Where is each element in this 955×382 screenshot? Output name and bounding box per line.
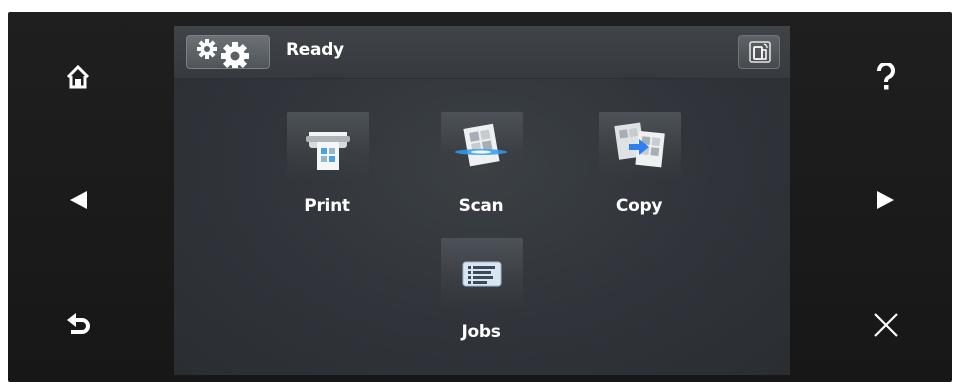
previous-button[interactable] bbox=[48, 175, 108, 225]
back-icon bbox=[65, 312, 91, 338]
copy-tile bbox=[599, 112, 681, 180]
close-icon bbox=[873, 312, 899, 338]
touch-screen: Ready Print Scan Copy Jobs bbox=[174, 26, 790, 375]
jobs-app[interactable]: Jobs bbox=[431, 238, 531, 348]
help-icon bbox=[875, 63, 897, 91]
print-app[interactable]: Print bbox=[277, 112, 377, 222]
jobs-tile bbox=[441, 238, 523, 306]
settings-button[interactable] bbox=[186, 35, 270, 69]
right-arrow-icon bbox=[875, 189, 897, 211]
print-label: Print bbox=[304, 196, 350, 216]
cancel-button[interactable] bbox=[856, 300, 916, 350]
status-text: Ready bbox=[286, 40, 344, 60]
help-button[interactable] bbox=[856, 52, 916, 102]
home-button[interactable] bbox=[48, 52, 108, 102]
home-icon bbox=[65, 64, 91, 90]
mobile-printing-button[interactable] bbox=[738, 35, 780, 69]
back-button[interactable] bbox=[48, 300, 108, 350]
scan-app[interactable]: Scan bbox=[431, 112, 531, 222]
printer-control-panel: Ready Print Scan Copy Jobs bbox=[8, 12, 952, 382]
print-tile bbox=[287, 112, 369, 180]
jobs-label: Jobs bbox=[461, 322, 501, 342]
left-arrow-icon bbox=[67, 189, 89, 211]
scan-label: Scan bbox=[458, 196, 504, 216]
status-bar: Ready bbox=[174, 26, 790, 79]
next-button[interactable] bbox=[856, 175, 916, 225]
scan-tile bbox=[441, 112, 523, 180]
copy-app[interactable]: Copy bbox=[589, 112, 689, 222]
copy-label: Copy bbox=[615, 196, 663, 216]
